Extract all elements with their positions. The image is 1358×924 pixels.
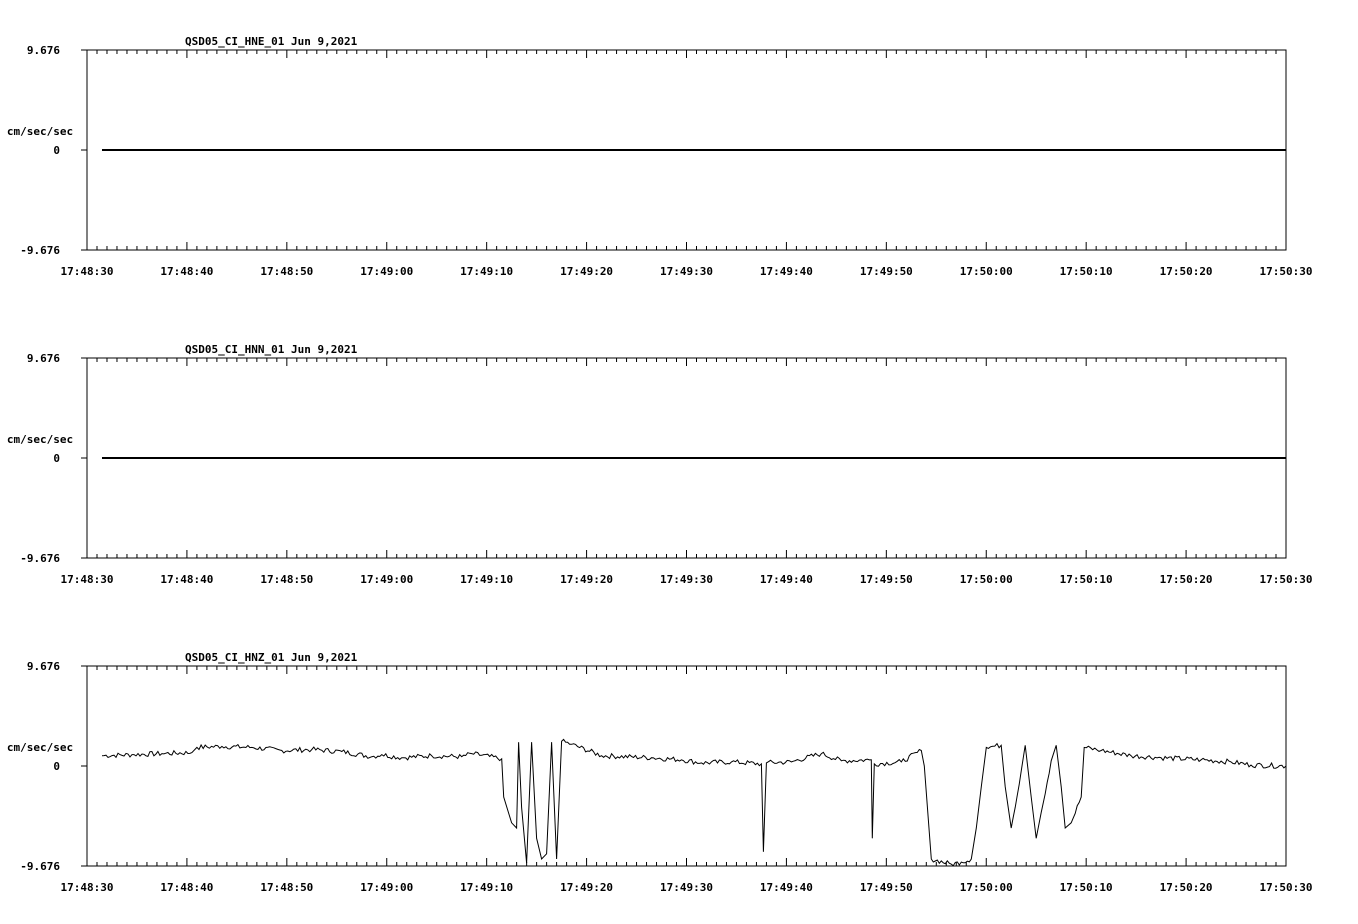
panel-title: QSD05_CI_HNN_01 Jun 9,2021 xyxy=(185,343,358,356)
x-tick-label: 17:50:00 xyxy=(960,573,1013,586)
y-tick-label-min: -9.676 xyxy=(20,552,60,565)
x-tick-label: 17:49:40 xyxy=(760,265,813,278)
x-tick-label: 17:49:30 xyxy=(660,573,713,586)
y-tick-label-zero: 0 xyxy=(53,144,60,157)
y-tick-label-max: 9.676 xyxy=(27,660,60,673)
x-tick-label: 17:50:20 xyxy=(1160,265,1213,278)
y-tick-label-max: 9.676 xyxy=(27,352,60,365)
x-tick-label: 17:49:50 xyxy=(860,573,913,586)
x-tick-label: 17:49:20 xyxy=(560,265,613,278)
y-tick-label-min: -9.676 xyxy=(20,860,60,873)
x-tick-label: 17:48:40 xyxy=(160,573,213,586)
y-tick-label-zero: 0 xyxy=(53,452,60,465)
x-tick-label: 17:50:30 xyxy=(1260,573,1313,586)
x-tick-label: 17:50:10 xyxy=(1060,265,1113,278)
plot-frame xyxy=(86,665,1287,867)
x-tick-label: 17:50:10 xyxy=(1060,573,1113,586)
x-tick-label: 17:50:30 xyxy=(1260,881,1313,894)
x-tick-label: 17:49:40 xyxy=(760,881,813,894)
x-tick-label: 17:50:20 xyxy=(1160,573,1213,586)
x-tick-label: 17:49:50 xyxy=(860,881,913,894)
x-tick-label: 17:48:30 xyxy=(61,573,114,586)
x-tick-label: 17:49:20 xyxy=(560,881,613,894)
x-tick-label: 17:48:50 xyxy=(260,265,313,278)
x-tick-label: 17:49:10 xyxy=(460,573,513,586)
x-tick-label: 17:49:00 xyxy=(360,881,413,894)
x-tick-label: 17:49:30 xyxy=(660,265,713,278)
x-tick-label: 17:49:00 xyxy=(360,265,413,278)
x-tick-label: 17:50:00 xyxy=(960,881,1013,894)
x-tick-label: 17:49:50 xyxy=(860,265,913,278)
x-tick-label: 17:50:00 xyxy=(960,265,1013,278)
seismogram-figure: 9.676 0 -9.676 cm/sec/sec QSD05_CI_HNE_01 Ju… xyxy=(7,35,1313,894)
trace-line xyxy=(101,738,1287,867)
x-tick-label: 17:48:40 xyxy=(160,265,213,278)
y-tick-label-max: 9.676 xyxy=(27,44,60,57)
panel-3 xyxy=(81,665,1287,867)
x-tick-label: 17:49:40 xyxy=(760,573,813,586)
panel-1 xyxy=(81,49,1287,251)
x-tick-label: 17:48:40 xyxy=(160,881,213,894)
panel-title: QSD05_CI_HNE_01 Jun 9,2021 xyxy=(185,35,358,48)
y-axis-label: cm/sec/sec xyxy=(7,125,73,138)
x-tick-label: 17:49:00 xyxy=(360,573,413,586)
panel-2 xyxy=(81,357,1287,559)
x-tick-label: 17:48:50 xyxy=(260,881,313,894)
y-tick-label-zero: 0 xyxy=(53,760,60,773)
x-tick-label: 17:49:20 xyxy=(560,573,613,586)
y-axis-label: cm/sec/sec xyxy=(7,741,73,754)
x-tick-label: 17:50:10 xyxy=(1060,881,1113,894)
y-axis-label: cm/sec/sec xyxy=(7,433,73,446)
x-tick-label: 17:50:30 xyxy=(1260,265,1313,278)
x-tick-label: 17:48:50 xyxy=(260,573,313,586)
x-tick-label: 17:49:30 xyxy=(660,881,713,894)
x-tick-label: 17:49:10 xyxy=(460,881,513,894)
y-tick-label-min: -9.676 xyxy=(20,244,60,257)
x-tick-label: 17:50:20 xyxy=(1160,881,1213,894)
x-tick-label: 17:48:30 xyxy=(61,881,114,894)
x-tick-label: 17:48:30 xyxy=(61,265,114,278)
x-tick-label: 17:49:10 xyxy=(460,265,513,278)
panel-title: QSD05_CI_HNZ_01 Jun 9,2021 xyxy=(185,651,358,664)
